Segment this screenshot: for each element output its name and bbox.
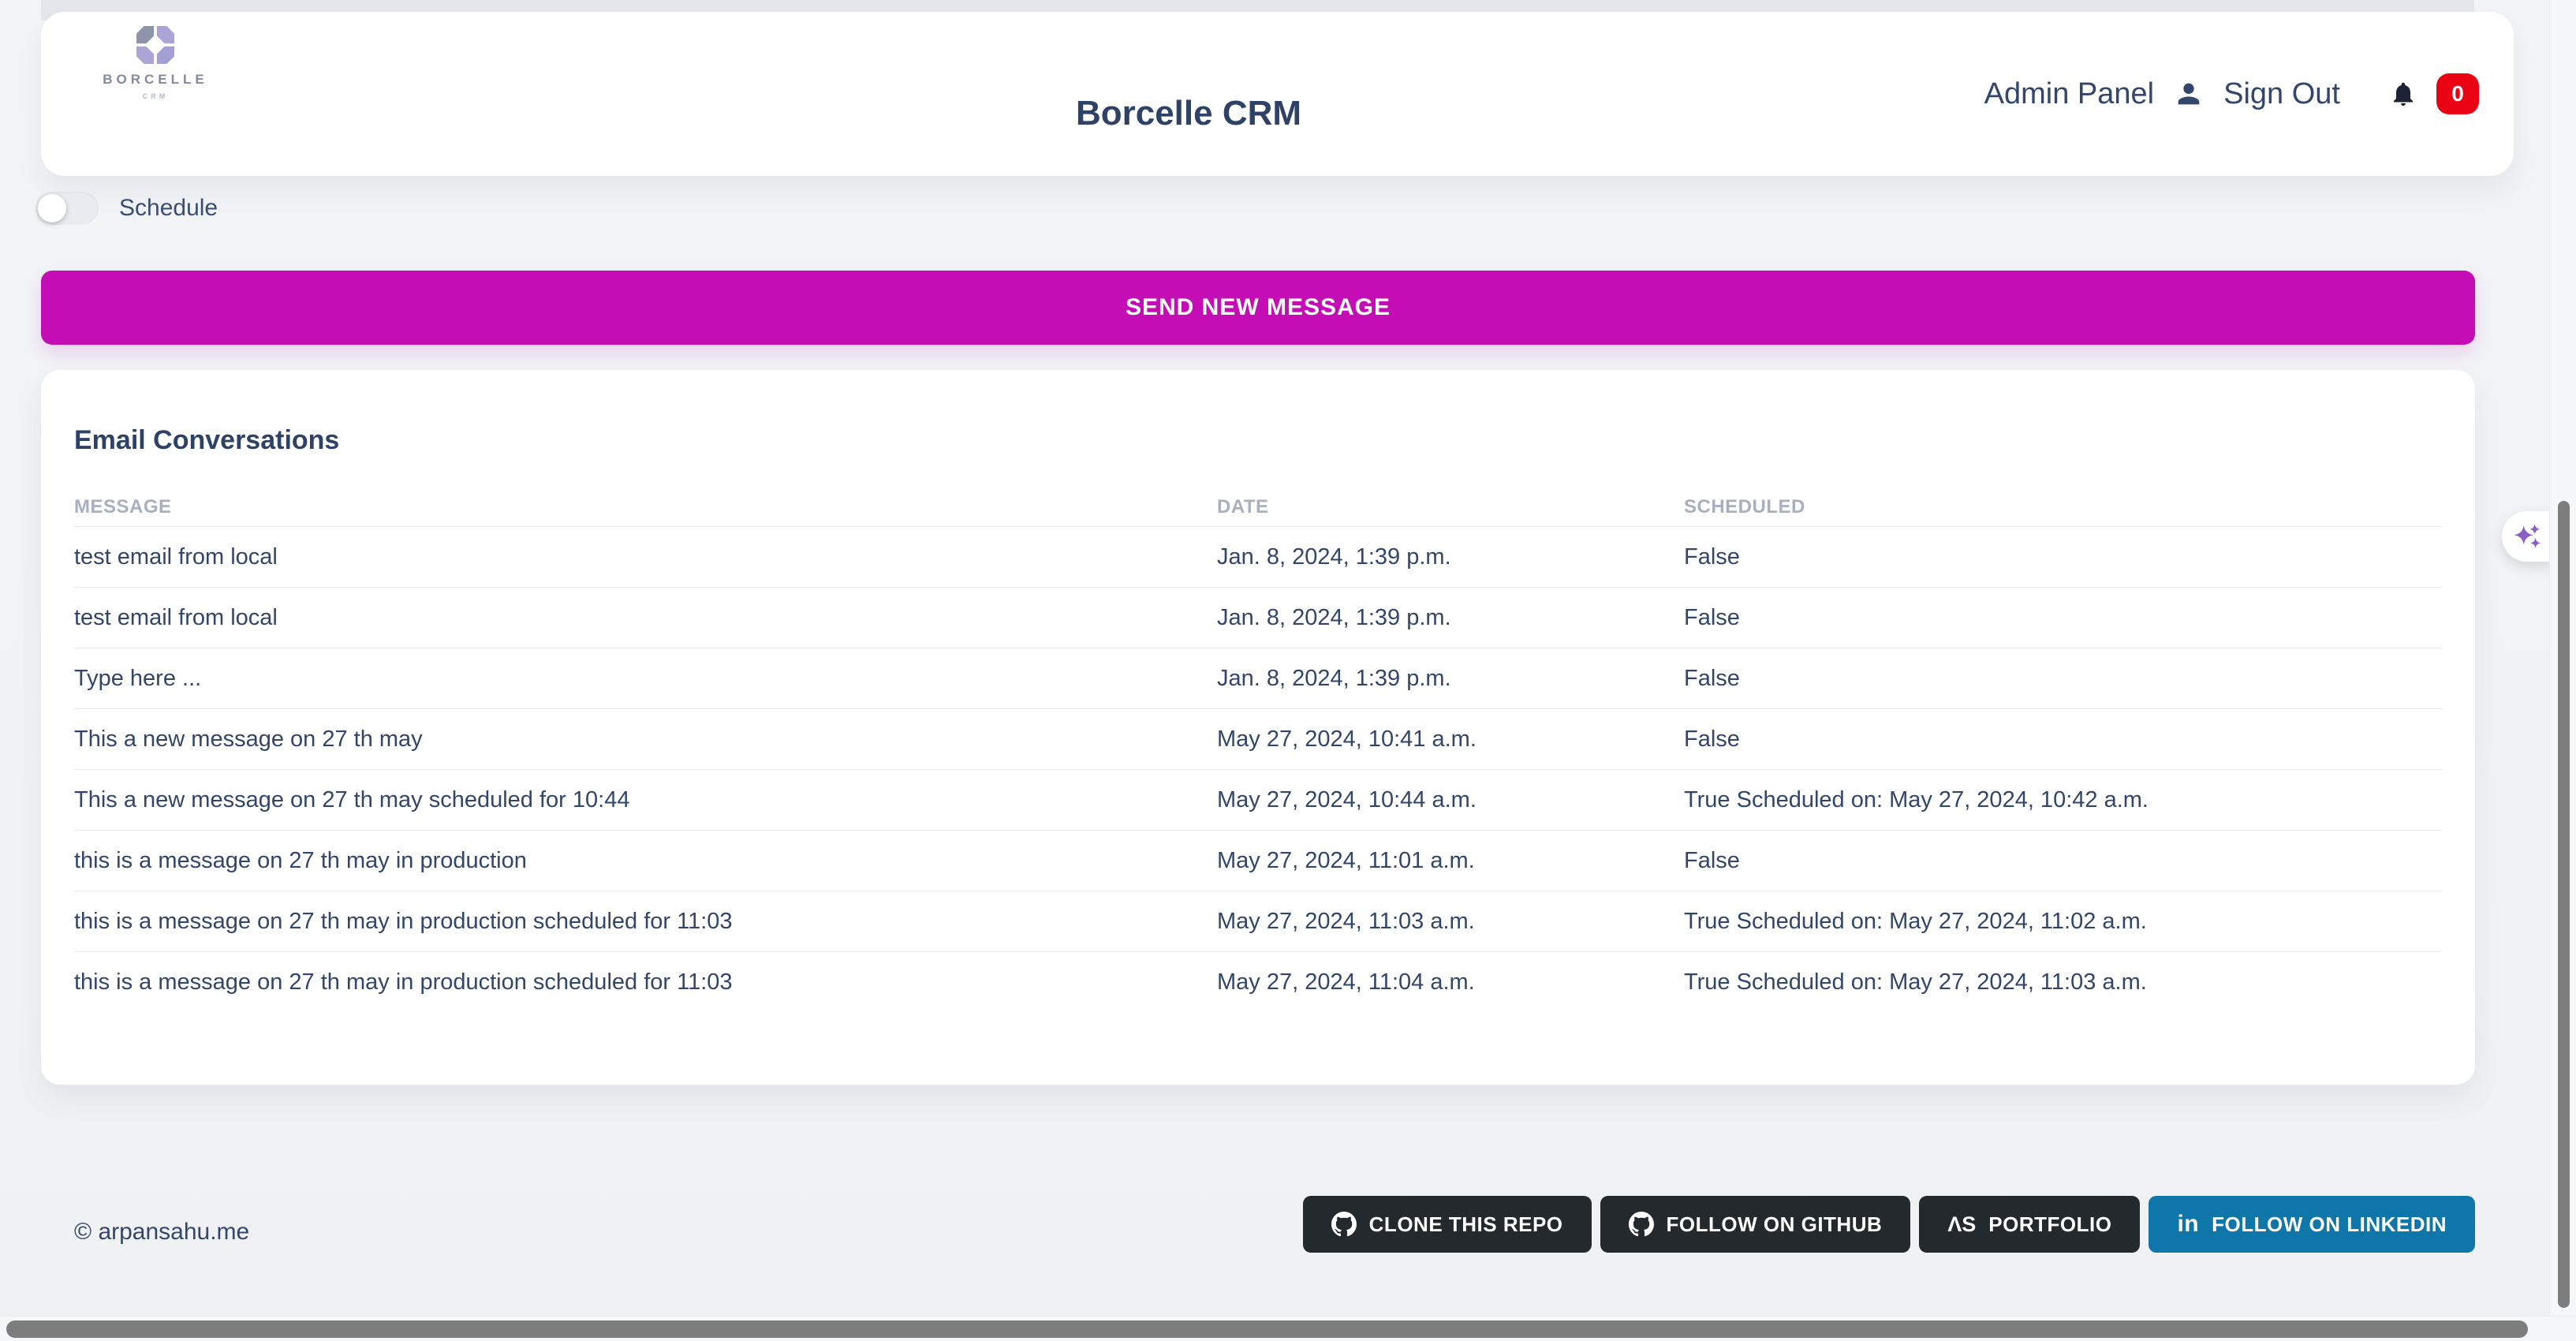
- cell-date: May 27, 2024, 10:41 a.m.: [1217, 727, 1684, 753]
- table-row: this is a message on 27 th may in produc…: [74, 830, 2442, 891]
- cell-message: This a new message on 27 th may: [74, 727, 1217, 753]
- schedule-label: Schedule: [119, 195, 218, 222]
- page: BORCELLE CRM Borcelle CRM Admin Panel Si…: [0, 0, 2576, 1341]
- notification-count-badge: 0: [2436, 73, 2479, 114]
- cell-date: May 27, 2024, 10:44 a.m.: [1217, 787, 1684, 813]
- column-header-date: DATE: [1217, 496, 1684, 518]
- follow-github-button[interactable]: FOLLOW ON GITHUB: [1600, 1196, 1911, 1253]
- column-header-scheduled: SCHEDULED: [1684, 496, 2442, 518]
- table-row: This a new message on 27 th may May 27, …: [74, 708, 2442, 769]
- as-monogram-icon: ΛS: [1947, 1212, 1976, 1237]
- horizontal-scrollbar-track[interactable]: [0, 1316, 2576, 1341]
- portfolio-button[interactable]: ΛS PORTFOLIO: [1919, 1196, 2140, 1253]
- cell-message: This a new message on 27 th may schedule…: [74, 787, 1217, 813]
- table-row: This a new message on 27 th may schedule…: [74, 769, 2442, 830]
- table-body: test email from local Jan. 8, 2024, 1:39…: [74, 526, 2442, 1012]
- button-label: CLONE THIS REPO: [1369, 1212, 1563, 1237]
- cell-date: Jan. 8, 2024, 1:39 p.m.: [1217, 666, 1684, 692]
- button-label: PORTFOLIO: [1988, 1212, 2111, 1237]
- assistant-tab[interactable]: [2502, 511, 2554, 562]
- cell-message: Type here ...: [74, 666, 1217, 692]
- cell-date: May 27, 2024, 11:01 a.m.: [1217, 848, 1684, 874]
- clone-repo-button[interactable]: CLONE THIS REPO: [1303, 1196, 1592, 1253]
- sign-out-link[interactable]: Sign Out: [2223, 77, 2340, 111]
- github-icon: [1629, 1212, 1654, 1237]
- cell-message: this is a message on 27 th may in produc…: [74, 909, 1217, 935]
- logo-brand-text: BORCELLE: [96, 72, 215, 88]
- cell-message: this is a message on 27 th may in produc…: [74, 969, 1217, 995]
- schedule-toggle[interactable]: [35, 192, 99, 225]
- cell-scheduled: False: [1684, 666, 2442, 692]
- logo-tagline: CRM: [96, 92, 215, 100]
- follow-linkedin-button[interactable]: in FOLLOW ON LINKEDIN: [2149, 1196, 2475, 1253]
- cell-scheduled: True Scheduled on: May 27, 2024, 10:42 a…: [1684, 787, 2442, 813]
- cell-scheduled: True Scheduled on: May 27, 2024, 11:02 a…: [1684, 909, 2442, 935]
- footer-buttons: CLONE THIS REPO FOLLOW ON GITHUB ΛS PORT…: [1303, 1196, 2475, 1253]
- cell-scheduled: True Scheduled on: May 27, 2024, 11:03 a…: [1684, 969, 2442, 995]
- cell-message: this is a message on 27 th may in produc…: [74, 848, 1217, 874]
- cell-message: test email from local: [74, 544, 1217, 570]
- table-row: test email from local Jan. 8, 2024, 1:39…: [74, 587, 2442, 648]
- copyright-text: © arpansahu.me: [74, 1219, 249, 1246]
- user-icon[interactable]: [2173, 78, 2205, 110]
- vertical-scrollbar-thumb[interactable]: [2558, 501, 2570, 1308]
- admin-panel-link[interactable]: Admin Panel: [1984, 77, 2154, 111]
- sparkles-icon: [2511, 520, 2544, 553]
- page-title: Borcelle CRM: [1076, 94, 1301, 133]
- cell-date: Jan. 8, 2024, 1:39 p.m.: [1217, 544, 1684, 570]
- logo-mark-icon: [136, 26, 174, 64]
- cell-scheduled: False: [1684, 727, 2442, 753]
- bell-icon[interactable]: [2389, 80, 2417, 108]
- schedule-row: Schedule: [35, 192, 218, 225]
- table-row: this is a message on 27 th may in produc…: [74, 951, 2442, 1012]
- header-bar: BORCELLE CRM Borcelle CRM Admin Panel Si…: [41, 12, 2514, 176]
- horizontal-scrollbar-thumb[interactable]: [6, 1320, 2528, 1338]
- button-label: FOLLOW ON GITHUB: [1667, 1212, 1883, 1237]
- button-label: FOLLOW ON LINKEDIN: [2212, 1212, 2447, 1237]
- table-header-row: MESSAGE DATE SCHEDULED: [74, 488, 2442, 526]
- section-title: Email Conversations: [74, 425, 339, 456]
- cell-scheduled: False: [1684, 605, 2442, 631]
- cell-date: May 27, 2024, 11:03 a.m.: [1217, 909, 1684, 935]
- cell-scheduled: False: [1684, 848, 2442, 874]
- brand-logo: BORCELLE CRM: [96, 26, 215, 100]
- github-icon: [1331, 1212, 1357, 1237]
- send-new-message-button[interactable]: SEND NEW MESSAGE: [41, 271, 2475, 345]
- cell-date: Jan. 8, 2024, 1:39 p.m.: [1217, 605, 1684, 631]
- table-row: Type here ... Jan. 8, 2024, 1:39 p.m. Fa…: [74, 648, 2442, 708]
- vertical-scrollbar-track[interactable]: [2549, 0, 2576, 1316]
- schedule-toggle-knob[interactable]: [38, 194, 66, 222]
- cell-date: May 27, 2024, 11:04 a.m.: [1217, 969, 1684, 995]
- linkedin-icon: in: [2177, 1211, 2199, 1238]
- email-conversations-card: Email Conversations MESSAGE DATE SCHEDUL…: [41, 370, 2475, 1085]
- cell-scheduled: False: [1684, 544, 2442, 570]
- column-header-message: MESSAGE: [74, 496, 1217, 518]
- table-row: test email from local Jan. 8, 2024, 1:39…: [74, 526, 2442, 587]
- cell-message: test email from local: [74, 605, 1217, 631]
- header-nav: Admin Panel Sign Out 0: [1984, 12, 2479, 176]
- table-row: this is a message on 27 th may in produc…: [74, 891, 2442, 951]
